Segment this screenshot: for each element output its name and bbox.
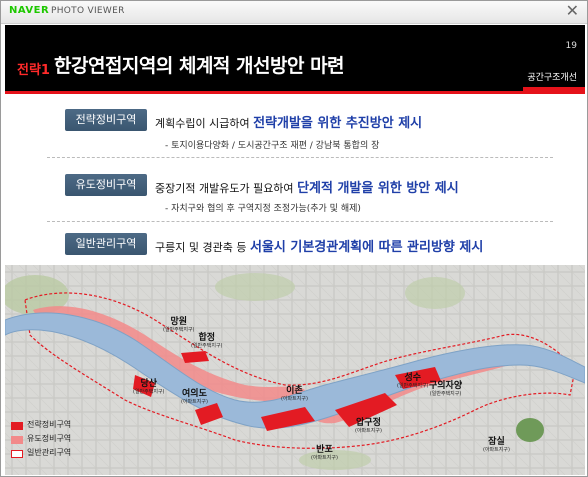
legend-item: 전략정비구역 — [11, 419, 101, 433]
section-label: 공간구조개선 — [527, 73, 577, 83]
place-name: 당산 — [140, 379, 158, 389]
place-note: (아파트지구) — [483, 447, 510, 453]
page-number: 19 — [565, 41, 577, 51]
place-name: 잠실 — [488, 437, 505, 447]
slide-header: 전략1 한강연접지역의 체계적 개선방안 마련 19 공간구조개선 — [5, 25, 585, 91]
place-note: (일반주택지구) — [163, 327, 195, 333]
place-name: 성수 — [404, 373, 422, 383]
zone-desc-text: 구릉지 및 경관축 등 — [155, 241, 250, 254]
zone-desc-highlight: 전략개발을 위한 추진방안 제시 — [253, 116, 423, 131]
zone-desc-guided: 중장기적 개발유도가 필요하여 단계적 개발을 위한 방안 제시 — [155, 177, 459, 196]
legend-label: 일반관리구역 — [27, 448, 72, 457]
place-label-ichon: 이촌 (아파트지구) — [281, 386, 308, 402]
zone-sub-strategic: - 토지이용다양화 / 도시공간구조 재편 / 강남북 통합의 장 — [165, 141, 380, 151]
naver-logo: NAVER — [9, 5, 50, 16]
place-name: 합정 — [198, 333, 216, 343]
place-label-hapjeong: 합정 (일반주택지구) — [191, 333, 223, 349]
zone-desc-highlight: 단계적 개발을 위한 방안 제시 — [297, 181, 459, 196]
place-label-apgujeong: 압구정 (아파트지구) — [355, 418, 382, 434]
legend-item: 일반관리구역 — [11, 447, 101, 461]
legend-item: 유도정비구역 — [11, 433, 101, 447]
zone-desc-strategic: 계획수립이 시급하여 전략개발을 위한 추진방안 제시 — [155, 112, 422, 131]
place-label-guui-jayang: 구의자양 (일반주택지구) — [429, 381, 462, 397]
zone-desc-text: 계획수립이 시급하여 — [155, 117, 254, 130]
close-icon[interactable]: ✕ — [566, 3, 579, 19]
legend-swatch — [11, 450, 23, 458]
green-area — [516, 418, 544, 442]
place-note: (일반주택지구) — [397, 383, 429, 389]
legend-swatch — [11, 422, 23, 430]
photo-viewer-window: NAVER PHOTO VIEWER ✕ 전략1 한강연접지역의 체계적 개선방… — [0, 0, 588, 477]
place-name: 여의도 — [182, 389, 207, 399]
place-note: (일반주택지구) — [133, 389, 165, 395]
zone-label-guided: 유도정비구역 — [65, 174, 147, 196]
slide-title: 한강연접지역의 체계적 개선방안 마련 — [54, 55, 345, 77]
place-label-mangwon: 망원 (일반주택지구) — [163, 317, 195, 333]
place-label-yeouido: 여의도 (아파트지구) — [181, 389, 208, 405]
title-bar: NAVER PHOTO VIEWER ✕ — [1, 1, 587, 24]
place-name: 구의자양 — [429, 381, 463, 391]
strategic-zone-hapjeong — [181, 351, 209, 363]
map-legend: 전략정비구역 유도정비구역 일반관리구역 — [11, 419, 101, 461]
zone-desc-highlight: 서울시 기본경관계획에 따른 관리방향 제시 — [249, 240, 484, 255]
place-label-jamsil: 잠실 (아파트지구) — [483, 437, 510, 453]
dashed-divider — [47, 157, 553, 158]
legend-label: 전략정비구역 — [27, 420, 72, 429]
place-label-banpo: 반포 (아파트지구) — [311, 445, 338, 461]
place-note: (아파트지구) — [311, 455, 338, 461]
legend-label: 유도정비구역 — [27, 434, 72, 443]
place-note: (아파트지구) — [281, 396, 308, 402]
place-name: 압구정 — [356, 418, 381, 428]
place-note: (일반주택지구) — [429, 391, 462, 397]
title-accent: 전략1 — [17, 63, 50, 78]
green-area — [405, 277, 465, 309]
dashed-divider — [47, 221, 553, 222]
header-divider — [5, 91, 585, 94]
place-name: 망원 — [170, 317, 188, 327]
zone-desc-general: 구릉지 및 경관축 등 서울시 기본경관계획에 따른 관리방향 제시 — [155, 236, 483, 255]
slide-image: 전략1 한강연접지역의 체계적 개선방안 마련 19 공간구조개선 전략정비구역… — [5, 25, 585, 475]
place-label-seongsu: 성수 (일반주택지구) — [397, 373, 429, 389]
place-note: (일반주택지구) — [191, 343, 223, 349]
green-area — [215, 273, 295, 301]
place-name: 반포 — [316, 445, 333, 455]
zone-desc-text: 중장기적 개발유도가 필요하여 — [155, 182, 298, 195]
place-name: 이촌 — [286, 386, 303, 396]
zone-sub-guided: - 자치구와 협의 후 구역지정 조정가능(추가 및 해제) — [165, 204, 361, 214]
place-note: (아파트지구) — [355, 428, 382, 434]
zone-label-strategic: 전략정비구역 — [65, 109, 147, 131]
place-note: (아파트지구) — [181, 399, 208, 405]
legend-swatch — [11, 436, 23, 444]
app-title: PHOTO VIEWER — [51, 6, 125, 16]
place-label-dangsan: 당산 (일반주택지구) — [133, 379, 165, 395]
zone-label-general: 일반관리구역 — [65, 233, 147, 255]
